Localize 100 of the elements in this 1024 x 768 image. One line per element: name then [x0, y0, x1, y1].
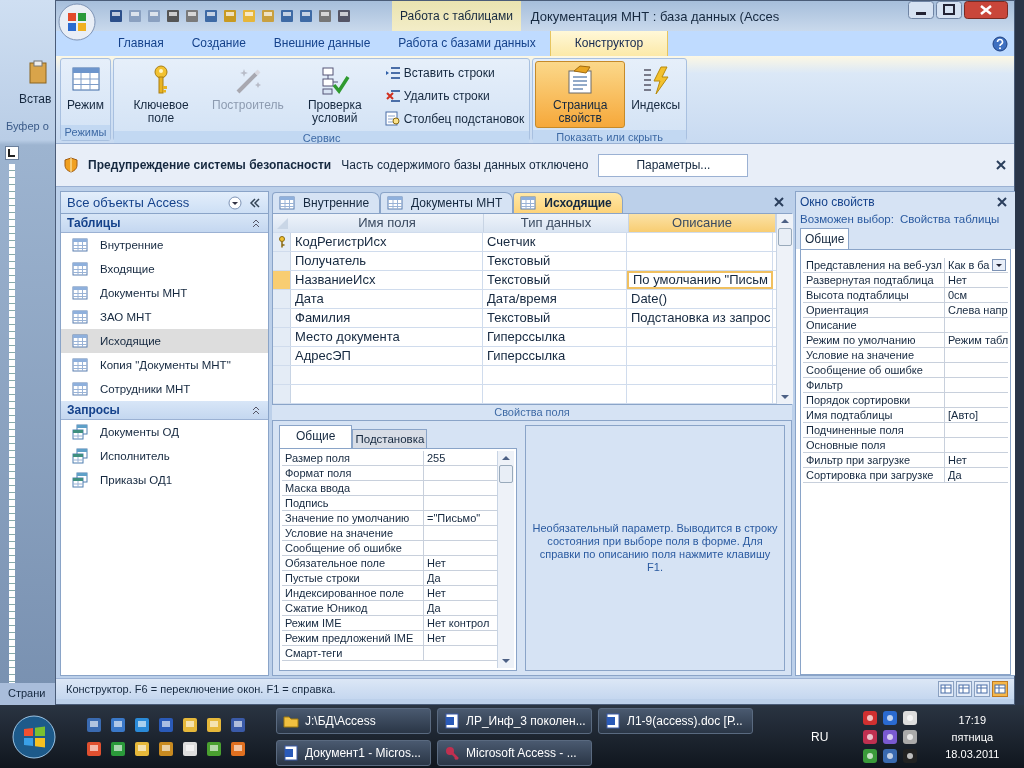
document-tab[interactable]: Исходящие	[513, 192, 623, 213]
app-icon[interactable]	[158, 716, 174, 733]
property-value[interactable]: Да	[424, 601, 497, 615]
table-cell[interactable]: Подстановка из запрос	[627, 309, 773, 327]
nav-item[interactable]: ЗАО МНТ	[61, 305, 268, 329]
ribbon-button[interactable]: Страница свойств	[535, 61, 626, 128]
ribbon-button[interactable]: Режим	[63, 61, 108, 123]
ribbon-button[interactable]: Вставить строки	[381, 63, 528, 83]
app-icon[interactable]	[110, 740, 126, 757]
taskbar-button[interactable]: ЛР_Инф_3 поколен...	[437, 707, 592, 734]
nav-item[interactable]: Исходящие	[61, 329, 268, 353]
ribbon-button[interactable]: Столбец подстановок	[381, 109, 528, 129]
view-icon[interactable]	[956, 681, 972, 697]
properties-tab[interactable]: Общие	[800, 228, 850, 249]
dropdown-icon[interactable]	[228, 195, 242, 210]
taskbar-button[interactable]: J:\БД\Access	[276, 707, 431, 734]
minimize-icon[interactable]	[908, 1, 934, 19]
tray-icon[interactable]	[862, 728, 879, 745]
properties-tab[interactable]: Подстановка	[352, 429, 428, 448]
table-cell[interactable]: АдресЭП	[291, 347, 483, 365]
tray-icon[interactable]	[902, 728, 919, 745]
tray-icon[interactable]	[902, 709, 919, 726]
nav-item[interactable]: Копия "Документы МНТ"	[61, 353, 268, 377]
table-cell[interactable]: НазваниеИсх	[291, 271, 483, 289]
ribbon-button[interactable]: Встав	[19, 92, 52, 106]
table-cell[interactable]: Дата/время	[483, 290, 627, 308]
nav-item[interactable]: Приказы ОД1	[61, 468, 268, 492]
table-cell[interactable]: Гиперссылка	[483, 347, 627, 365]
toolbar-icon[interactable]	[298, 8, 314, 24]
toolbar-icon[interactable]	[108, 8, 124, 24]
app-icon[interactable]	[206, 740, 222, 757]
maximize-icon[interactable]	[936, 1, 962, 19]
app-icon[interactable]	[158, 740, 174, 757]
dropdown-icon[interactable]	[992, 259, 1007, 271]
close-icon[interactable]	[996, 160, 1006, 170]
property-value[interactable]: 255	[424, 451, 497, 465]
group-header[interactable]: Таблицы	[61, 214, 268, 233]
properties-tab[interactable]: Общие	[279, 425, 353, 448]
scroll-thumb[interactable]	[499, 465, 513, 483]
table-cell[interactable]: Получатель	[291, 252, 483, 270]
property-value[interactable]: [Авто]	[945, 408, 1009, 422]
row-selector[interactable]	[273, 233, 291, 251]
app-icon[interactable]	[134, 716, 150, 733]
column-header[interactable]: Описание	[629, 214, 776, 232]
property-value[interactable]: ="Письмо"	[424, 511, 497, 525]
document-tab[interactable]: Документы МНТ	[380, 192, 514, 213]
language-indicator[interactable]: RU	[811, 729, 829, 744]
view-icon[interactable]	[992, 681, 1008, 697]
column-header[interactable]: Имя поля	[291, 214, 484, 232]
property-value[interactable]: Нет	[424, 556, 497, 570]
ribbon-button[interactable]: Ключевое поле	[116, 61, 206, 129]
ribbon-button[interactable]: Удалить строки	[381, 86, 528, 106]
toolbar-icon[interactable]	[317, 8, 333, 24]
ribbon-button[interactable]: Проверка условий	[289, 61, 380, 129]
tray-icon[interactable]	[882, 728, 899, 745]
table-cell[interactable]: КодРегистрИсх	[291, 233, 483, 251]
collapse-icon[interactable]	[248, 195, 262, 210]
ribbon-tab[interactable]: Главная	[104, 36, 178, 56]
property-value[interactable]: 0см	[945, 288, 1009, 302]
property-value[interactable]: Слева напр	[945, 303, 1009, 317]
property-value[interactable]: Да	[945, 468, 1009, 482]
tray-icon[interactable]	[862, 747, 879, 764]
view-icon[interactable]	[974, 681, 990, 697]
ribbon-tab[interactable]: Работа с базами данных	[384, 36, 550, 56]
nav-item[interactable]: Документы ОД	[61, 420, 268, 444]
pane-header[interactable]: Все объекты Access	[61, 192, 268, 214]
property-value[interactable]: Нет	[424, 586, 497, 600]
tray-icon[interactable]	[902, 747, 919, 764]
view-icon[interactable]	[938, 681, 954, 697]
app-icon[interactable]	[110, 716, 126, 733]
property-value[interactable]: Нет	[424, 631, 497, 645]
tray-icon[interactable]	[882, 709, 899, 726]
table-cell[interactable]: Гиперссылка	[483, 328, 627, 346]
app-icon[interactable]	[134, 740, 150, 757]
app-icon[interactable]	[230, 716, 246, 733]
ribbon-tab[interactable]: Внешние данные	[259, 36, 385, 56]
table-cell[interactable]: Счетчик	[483, 233, 627, 251]
taskbar-button[interactable]: Microsoft Access - ...	[437, 739, 592, 766]
app-icon[interactable]	[182, 740, 198, 757]
ribbon-tab[interactable]: Конструктор	[549, 30, 669, 56]
property-value[interactable]: Нет	[945, 273, 1009, 287]
start-button-icon[interactable]	[12, 714, 56, 759]
close-icon[interactable]	[774, 197, 784, 207]
clock[interactable]: 17:19 пятница 18.03.2011	[942, 713, 1003, 760]
nav-item[interactable]: Исполнитель	[61, 444, 268, 468]
property-value[interactable]: Режим табл	[945, 333, 1009, 347]
table-cell[interactable]: Текстовый	[483, 252, 627, 270]
group-header[interactable]: Запросы	[61, 401, 268, 420]
ribbon-tab[interactable]: Создание	[177, 36, 260, 56]
toolbar-icon[interactable]	[336, 8, 352, 24]
collapse-icon[interactable]	[250, 404, 262, 416]
help-icon[interactable]	[992, 35, 1008, 52]
property-value[interactable]: Нет контрол	[424, 616, 497, 630]
taskbar-button[interactable]: Л1-9(access).doc [Р...	[598, 707, 753, 734]
toolbar-icon[interactable]	[203, 8, 219, 24]
property-value[interactable]: Нет	[945, 453, 1009, 467]
nav-item[interactable]: Документы МНТ	[61, 281, 268, 305]
app-icon[interactable]	[86, 716, 102, 733]
options-button[interactable]: Параметры...	[598, 153, 749, 177]
table-cell[interactable]: Текстовый	[483, 309, 627, 327]
